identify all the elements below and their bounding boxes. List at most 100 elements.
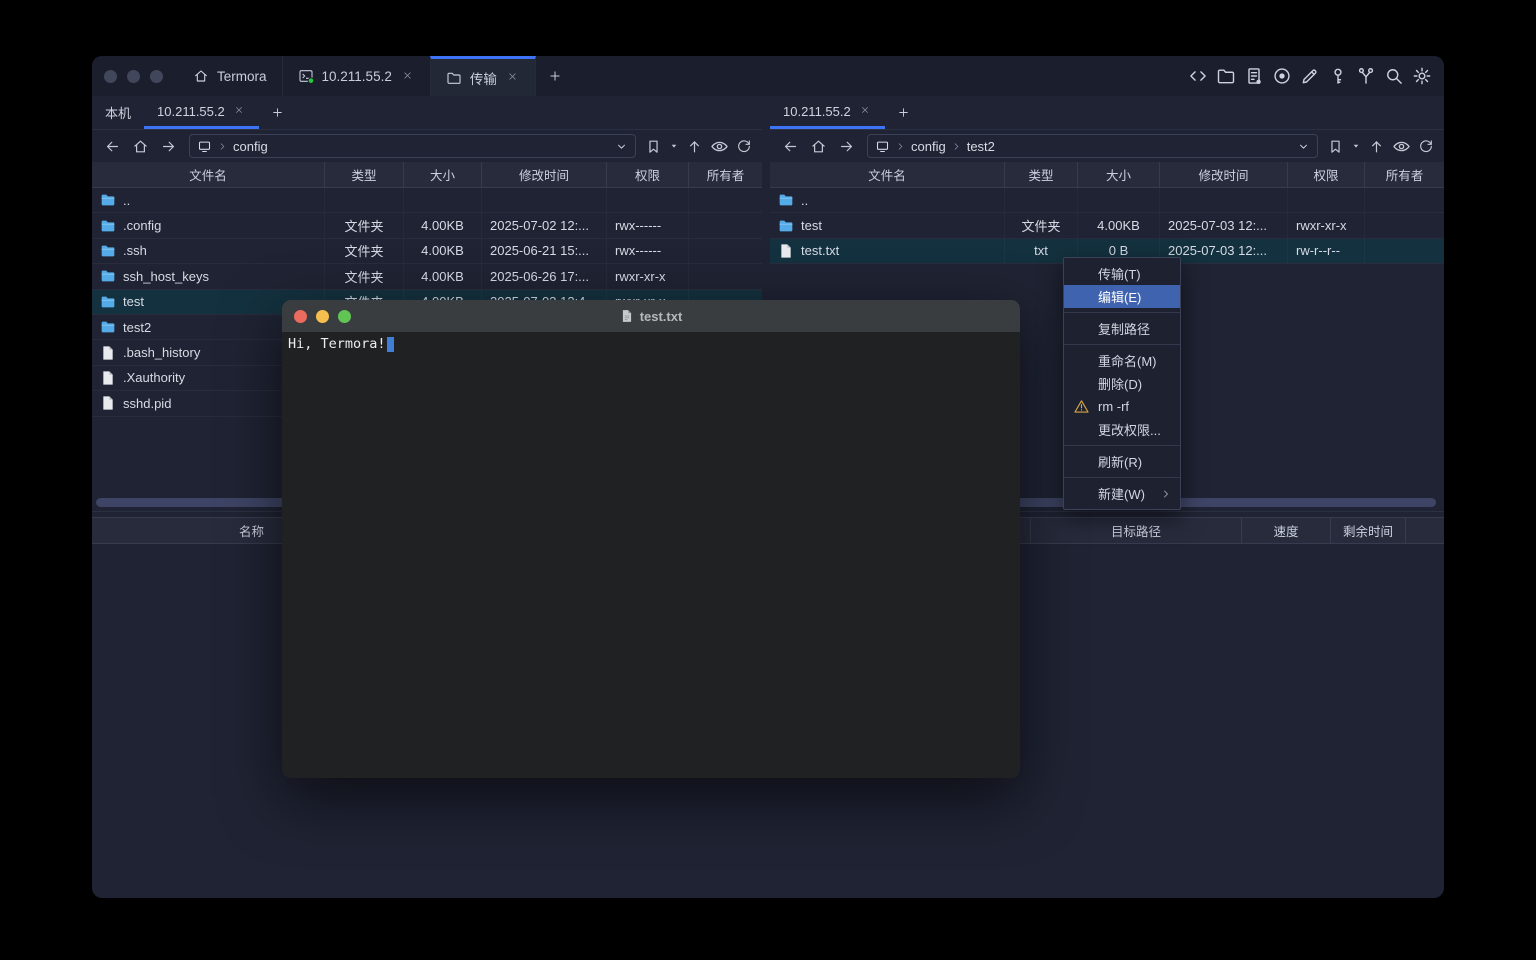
file-type-cell (325, 188, 404, 212)
file-row-..[interactable]: .. (770, 188, 1444, 213)
menu-item-更改权限...[interactable]: 更改权限... (1064, 418, 1180, 441)
folder-outline-button[interactable] (1216, 66, 1236, 86)
left-panel-tab-本机[interactable]: 本机 (92, 96, 144, 129)
plus-icon (897, 106, 910, 119)
menu-item-新建(W)[interactable]: 新建(W) (1064, 482, 1180, 505)
forward-button[interactable] (156, 134, 180, 158)
bookmark-dropdown-icon[interactable] (1351, 141, 1361, 151)
column-header-大小[interactable]: 大小 (404, 162, 482, 187)
titlebar: Termora 10.211.55.2传输 (92, 56, 1444, 96)
left-path-actions (645, 137, 754, 156)
editor-content[interactable]: Hi, Termora! (282, 332, 1020, 778)
file-row-ssh_host_keys[interactable]: ssh_host_keys文件夹4.00KB2025-06-26 17:...r… (92, 264, 762, 289)
editor-zoom-button[interactable] (338, 310, 351, 323)
column-header-修改时间[interactable]: 修改时间 (1160, 162, 1288, 187)
transfer-column-remaining[interactable]: 剩余时间 (1331, 518, 1406, 543)
new-panel-tab-button[interactable] (259, 96, 296, 129)
column-header-类型[interactable]: 类型 (325, 162, 404, 187)
keychain-icon (1356, 66, 1376, 86)
back-button[interactable] (100, 134, 124, 158)
left-path-combobox[interactable]: config (189, 134, 636, 158)
window-controls[interactable] (104, 70, 163, 83)
menu-item-编辑(E)[interactable]: 编辑(E) (1064, 285, 1180, 308)
home-button[interactable] (128, 134, 152, 158)
edit-icon (1300, 66, 1320, 86)
file-row-.ssh[interactable]: .ssh文件夹4.00KB2025-06-21 15:...rwx------ (92, 239, 762, 264)
up-directory-button[interactable] (686, 138, 703, 155)
edit-button[interactable] (1300, 66, 1320, 86)
maximize-window-button[interactable] (150, 70, 163, 83)
text-cursor (387, 337, 394, 352)
file-row-test[interactable]: test文件夹4.00KB2025-07-03 12:...rwxr-xr-x (770, 213, 1444, 238)
close-tab-icon[interactable] (505, 70, 520, 85)
main-tab-传输[interactable]: 传输 (430, 56, 536, 96)
file-name-cell: .config (92, 213, 325, 237)
editor-minimize-button[interactable] (316, 310, 329, 323)
menu-item-label: 重命名(M) (1098, 351, 1157, 370)
keychain-button[interactable] (1356, 66, 1376, 86)
minimize-window-button[interactable] (127, 70, 140, 83)
column-header-文件名[interactable]: 文件名 (92, 162, 325, 187)
new-panel-tab-button[interactable] (885, 96, 922, 129)
menu-separator (1064, 312, 1180, 313)
code-icon (1188, 66, 1208, 86)
file-type-cell: 文件夹 (1005, 213, 1078, 237)
refresh-button[interactable] (1418, 138, 1434, 154)
main-tab-label: Termora (217, 69, 267, 84)
editor-close-button[interactable] (294, 310, 307, 323)
bookmark-dropdown-icon[interactable] (669, 141, 679, 151)
main-tab-Termora[interactable]: Termora (178, 56, 282, 96)
file-row-..[interactable]: .. (92, 188, 762, 213)
path-segment: test2 (967, 139, 995, 154)
column-header-所有者[interactable]: 所有者 (689, 162, 762, 187)
file-row-.config[interactable]: .config文件夹4.00KB2025-07-02 12:...rwx----… (92, 213, 762, 238)
file-name-cell: .ssh (92, 239, 325, 263)
column-header-label: 类型 (1028, 165, 1053, 184)
right-panel-tab-10.211.55.2[interactable]: 10.211.55.2 (770, 96, 885, 129)
transfer-column-target[interactable]: 目标路径 (1031, 518, 1242, 543)
search-button[interactable] (1384, 66, 1404, 86)
column-header-权限[interactable]: 权限 (607, 162, 689, 187)
transfer-column-speed[interactable]: 速度 (1242, 518, 1331, 543)
close-tab-icon[interactable] (400, 69, 415, 84)
editor-window-controls[interactable] (294, 310, 351, 323)
column-header-文件名[interactable]: 文件名 (770, 162, 1005, 187)
code-button[interactable] (1188, 66, 1208, 86)
folder-icon (778, 192, 794, 208)
record-button[interactable] (1272, 66, 1292, 86)
bookmark-button[interactable] (1327, 138, 1344, 155)
column-header-类型[interactable]: 类型 (1005, 162, 1078, 187)
column-header-大小[interactable]: 大小 (1078, 162, 1160, 187)
menu-item-传输(T)[interactable]: 传输(T) (1064, 262, 1180, 285)
menu-item-重命名(M)[interactable]: 重命名(M) (1064, 349, 1180, 372)
home-button[interactable] (806, 134, 830, 158)
column-header-所有者[interactable]: 所有者 (1365, 162, 1444, 187)
editor-title-text: test.txt (640, 309, 683, 324)
menu-item-rm -rf[interactable]: rm -rf (1064, 395, 1180, 418)
menu-item-刷新(R)[interactable]: 刷新(R) (1064, 450, 1180, 473)
show-hidden-files-button[interactable] (1392, 137, 1411, 156)
main-tab-10.211.55.2[interactable]: 10.211.55.2 (282, 56, 430, 96)
close-tab-icon[interactable] (858, 104, 872, 118)
column-header-修改时间[interactable]: 修改时间 (482, 162, 607, 187)
key-button[interactable] (1328, 66, 1348, 86)
arrow-up-icon (1368, 138, 1385, 155)
back-button[interactable] (778, 134, 802, 158)
left-panel-tab-10.211.55.2[interactable]: 10.211.55.2 (144, 96, 259, 129)
menu-item-复制路径[interactable]: 复制路径 (1064, 317, 1180, 340)
show-hidden-files-button[interactable] (710, 137, 729, 156)
menu-item-删除(D)[interactable]: 删除(D) (1064, 372, 1180, 395)
close-window-button[interactable] (104, 70, 117, 83)
transfer-column-spacer (1406, 518, 1444, 543)
bookmark-button[interactable] (645, 138, 662, 155)
close-tab-icon[interactable] (232, 104, 246, 118)
column-header-权限[interactable]: 权限 (1288, 162, 1365, 187)
refresh-button[interactable] (736, 138, 752, 154)
right-path-combobox[interactable]: configtest2 (867, 134, 1318, 158)
up-directory-button[interactable] (1368, 138, 1385, 155)
settings-button[interactable] (1412, 66, 1432, 86)
transfer-column-label: 目标路径 (1111, 521, 1161, 540)
new-tab-button[interactable] (536, 56, 574, 96)
forward-button[interactable] (834, 134, 858, 158)
event-log-button[interactable] (1244, 66, 1264, 86)
